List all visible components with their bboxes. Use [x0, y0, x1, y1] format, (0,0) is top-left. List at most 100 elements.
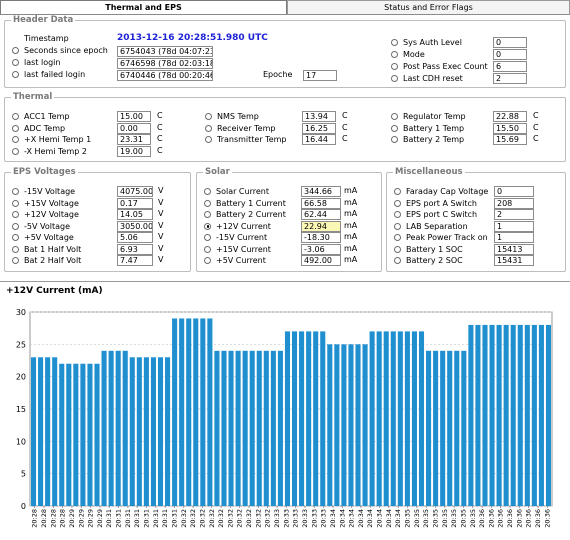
- x-hemi-temp-1-radio[interactable]: [12, 136, 19, 143]
- 15v-voltage-radio[interactable]: [12, 199, 19, 207]
- battery-1-temp-field[interactable]: 15.50: [493, 122, 527, 134]
- bar: [411, 331, 417, 506]
- lab-separation-field[interactable]: 1: [494, 220, 534, 232]
- bar: [186, 318, 192, 506]
- bar: [348, 344, 354, 506]
- tab-status-error-flags[interactable]: Status and Error Flags: [287, 0, 570, 15]
- x-hemi-temp-1-field[interactable]: 23.31: [117, 134, 151, 145]
- battery-2-current-field[interactable]: 62.44: [301, 209, 341, 220]
- 12v-current-field[interactable]: 22.94: [301, 220, 341, 232]
- receiver-temp-field[interactable]: 16.25: [302, 122, 336, 134]
- 15v-current-radio[interactable]: [204, 245, 211, 253]
- epoche-field[interactable]: 17: [303, 70, 337, 81]
- last-failed-field[interactable]: 6740446 (78d 00:20:46): [117, 70, 213, 81]
- battery-2-temp-label: Battery 2 Temp: [403, 135, 465, 144]
- 15v-voltage-radio[interactable]: [12, 188, 19, 195]
- peak-power-track-on-field[interactable]: 1: [494, 232, 534, 243]
- x-hemi-temp-2-field[interactable]: 19.00: [117, 145, 151, 157]
- x-tick-label: 20:36: [487, 509, 495, 528]
- regulator-temp-radio[interactable]: [391, 113, 398, 120]
- bar: [207, 318, 213, 506]
- bar: [475, 324, 481, 506]
- x-tick-label: 20:32: [217, 509, 225, 528]
- post-pass-radio[interactable]: [391, 63, 398, 70]
- adc-temp-field[interactable]: 0.00: [117, 122, 151, 134]
- eps-port-a-switch-field[interactable]: 208: [494, 197, 534, 209]
- 12v-current-radio[interactable]: [204, 222, 211, 230]
- bat-2-half-volt-radio[interactable]: [12, 257, 19, 264]
- eps-port-a-switch-radio[interactable]: [394, 199, 401, 207]
- eps-port-c-switch-radio[interactable]: [394, 211, 401, 218]
- sys-auth-field[interactable]: 0: [493, 37, 527, 48]
- last-login-radio[interactable]: [12, 59, 19, 66]
- peak-power-track-on-radio[interactable]: [394, 234, 401, 241]
- battery-1-soc-radio[interactable]: [394, 245, 401, 253]
- 15v-current-field[interactable]: -3.06: [301, 243, 341, 255]
- sys-auth-radio[interactable]: [391, 39, 398, 46]
- battery-2-soc-field[interactable]: 15431: [494, 255, 534, 266]
- bat-1-half-volt-field[interactable]: 6.93: [117, 243, 153, 255]
- mode-radio[interactable]: [391, 51, 398, 58]
- x-hemi-temp-2-radio[interactable]: [12, 147, 19, 155]
- bat-2-half-volt-field[interactable]: 7.47: [117, 255, 153, 266]
- 5v-voltage-field[interactable]: 3050.00: [117, 220, 153, 232]
- battery-1-current-radio[interactable]: [204, 199, 211, 207]
- tab-thermal-eps[interactable]: Thermal and EPS: [0, 0, 287, 15]
- 15v-current-field[interactable]: -18.30: [301, 232, 341, 243]
- x-tick-label: 20:36: [497, 509, 505, 528]
- adc-temp-radio[interactable]: [12, 124, 19, 132]
- 15v-current-radio[interactable]: [204, 234, 211, 241]
- regulator-temp-field[interactable]: 22.88: [493, 111, 527, 122]
- faraday-cap-voltage-field[interactable]: 0: [494, 186, 534, 197]
- 5v-current-label: +5V Current: [216, 256, 266, 265]
- 5v-voltage-radio[interactable]: [12, 234, 19, 241]
- bar: [503, 324, 509, 506]
- battery-2-soc-radio[interactable]: [394, 257, 401, 264]
- last-failed-radio[interactable]: [12, 71, 19, 78]
- transmitter-temp-radio[interactable]: [205, 136, 212, 143]
- y-tick-label: 10: [16, 437, 26, 446]
- solar-current-field[interactable]: 344.66: [301, 186, 341, 197]
- 5v-current-field[interactable]: 492.00: [301, 255, 341, 266]
- faraday-cap-voltage-radio[interactable]: [394, 188, 401, 195]
- receiver-temp-radio[interactable]: [205, 124, 212, 132]
- x-tick-label: 20:34: [338, 509, 346, 528]
- seconds-radio[interactable]: [12, 47, 19, 54]
- 15v-voltage-field[interactable]: 4075.00: [117, 186, 153, 197]
- 12v-voltage-field[interactable]: 14.05: [117, 209, 153, 220]
- transmitter-temp-field[interactable]: 16.44: [302, 134, 336, 145]
- battery-1-soc-field[interactable]: 15413: [494, 243, 534, 255]
- acc1-temp-field[interactable]: 15.00: [117, 111, 151, 122]
- x-tick-label: 20:34: [385, 509, 393, 528]
- battery-1-temp-radio[interactable]: [391, 124, 398, 132]
- acc1-temp-radio[interactable]: [12, 113, 19, 120]
- nms-temp-field[interactable]: 13.94: [302, 111, 336, 122]
- post-pass-field[interactable]: 6: [493, 61, 527, 72]
- battery-1-current-field[interactable]: 66.58: [301, 197, 341, 209]
- battery-2-temp-radio[interactable]: [391, 136, 398, 143]
- 5v-voltage-unit: V: [158, 232, 164, 241]
- 5v-current-radio[interactable]: [204, 257, 211, 264]
- bar: [38, 357, 44, 506]
- 12v-voltage-radio[interactable]: [12, 211, 19, 218]
- x-tick-label: 20:34: [366, 509, 374, 528]
- last-login-field[interactable]: 6746598 (78d 02:03:18): [117, 58, 213, 69]
- lab-separation-radio[interactable]: [394, 222, 401, 230]
- 5v-voltage-radio[interactable]: [12, 222, 19, 230]
- sys-auth-label: Sys Auth Level: [403, 38, 462, 47]
- nms-temp-radio[interactable]: [205, 113, 212, 120]
- 15v-voltage-field[interactable]: 0.17: [117, 197, 153, 209]
- solar-current-radio[interactable]: [204, 188, 211, 195]
- seconds-field[interactable]: 6754043 (78d 04:07:23): [117, 46, 213, 57]
- receiver-temp-unit: C: [342, 122, 348, 132]
- bar: [157, 357, 164, 506]
- x-tick-label: 20:31: [143, 509, 151, 528]
- battery-2-current-radio[interactable]: [204, 211, 211, 218]
- bat-1-half-volt-radio[interactable]: [12, 245, 19, 253]
- battery-2-temp-field[interactable]: 15.69: [493, 134, 527, 145]
- last-cdh-radio[interactable]: [391, 75, 398, 82]
- eps-port-c-switch-field[interactable]: 2: [494, 209, 534, 220]
- 5v-voltage-field[interactable]: 5.06: [117, 232, 153, 243]
- last-cdh-field[interactable]: 2: [493, 73, 527, 84]
- mode-field[interactable]: 0: [493, 49, 527, 60]
